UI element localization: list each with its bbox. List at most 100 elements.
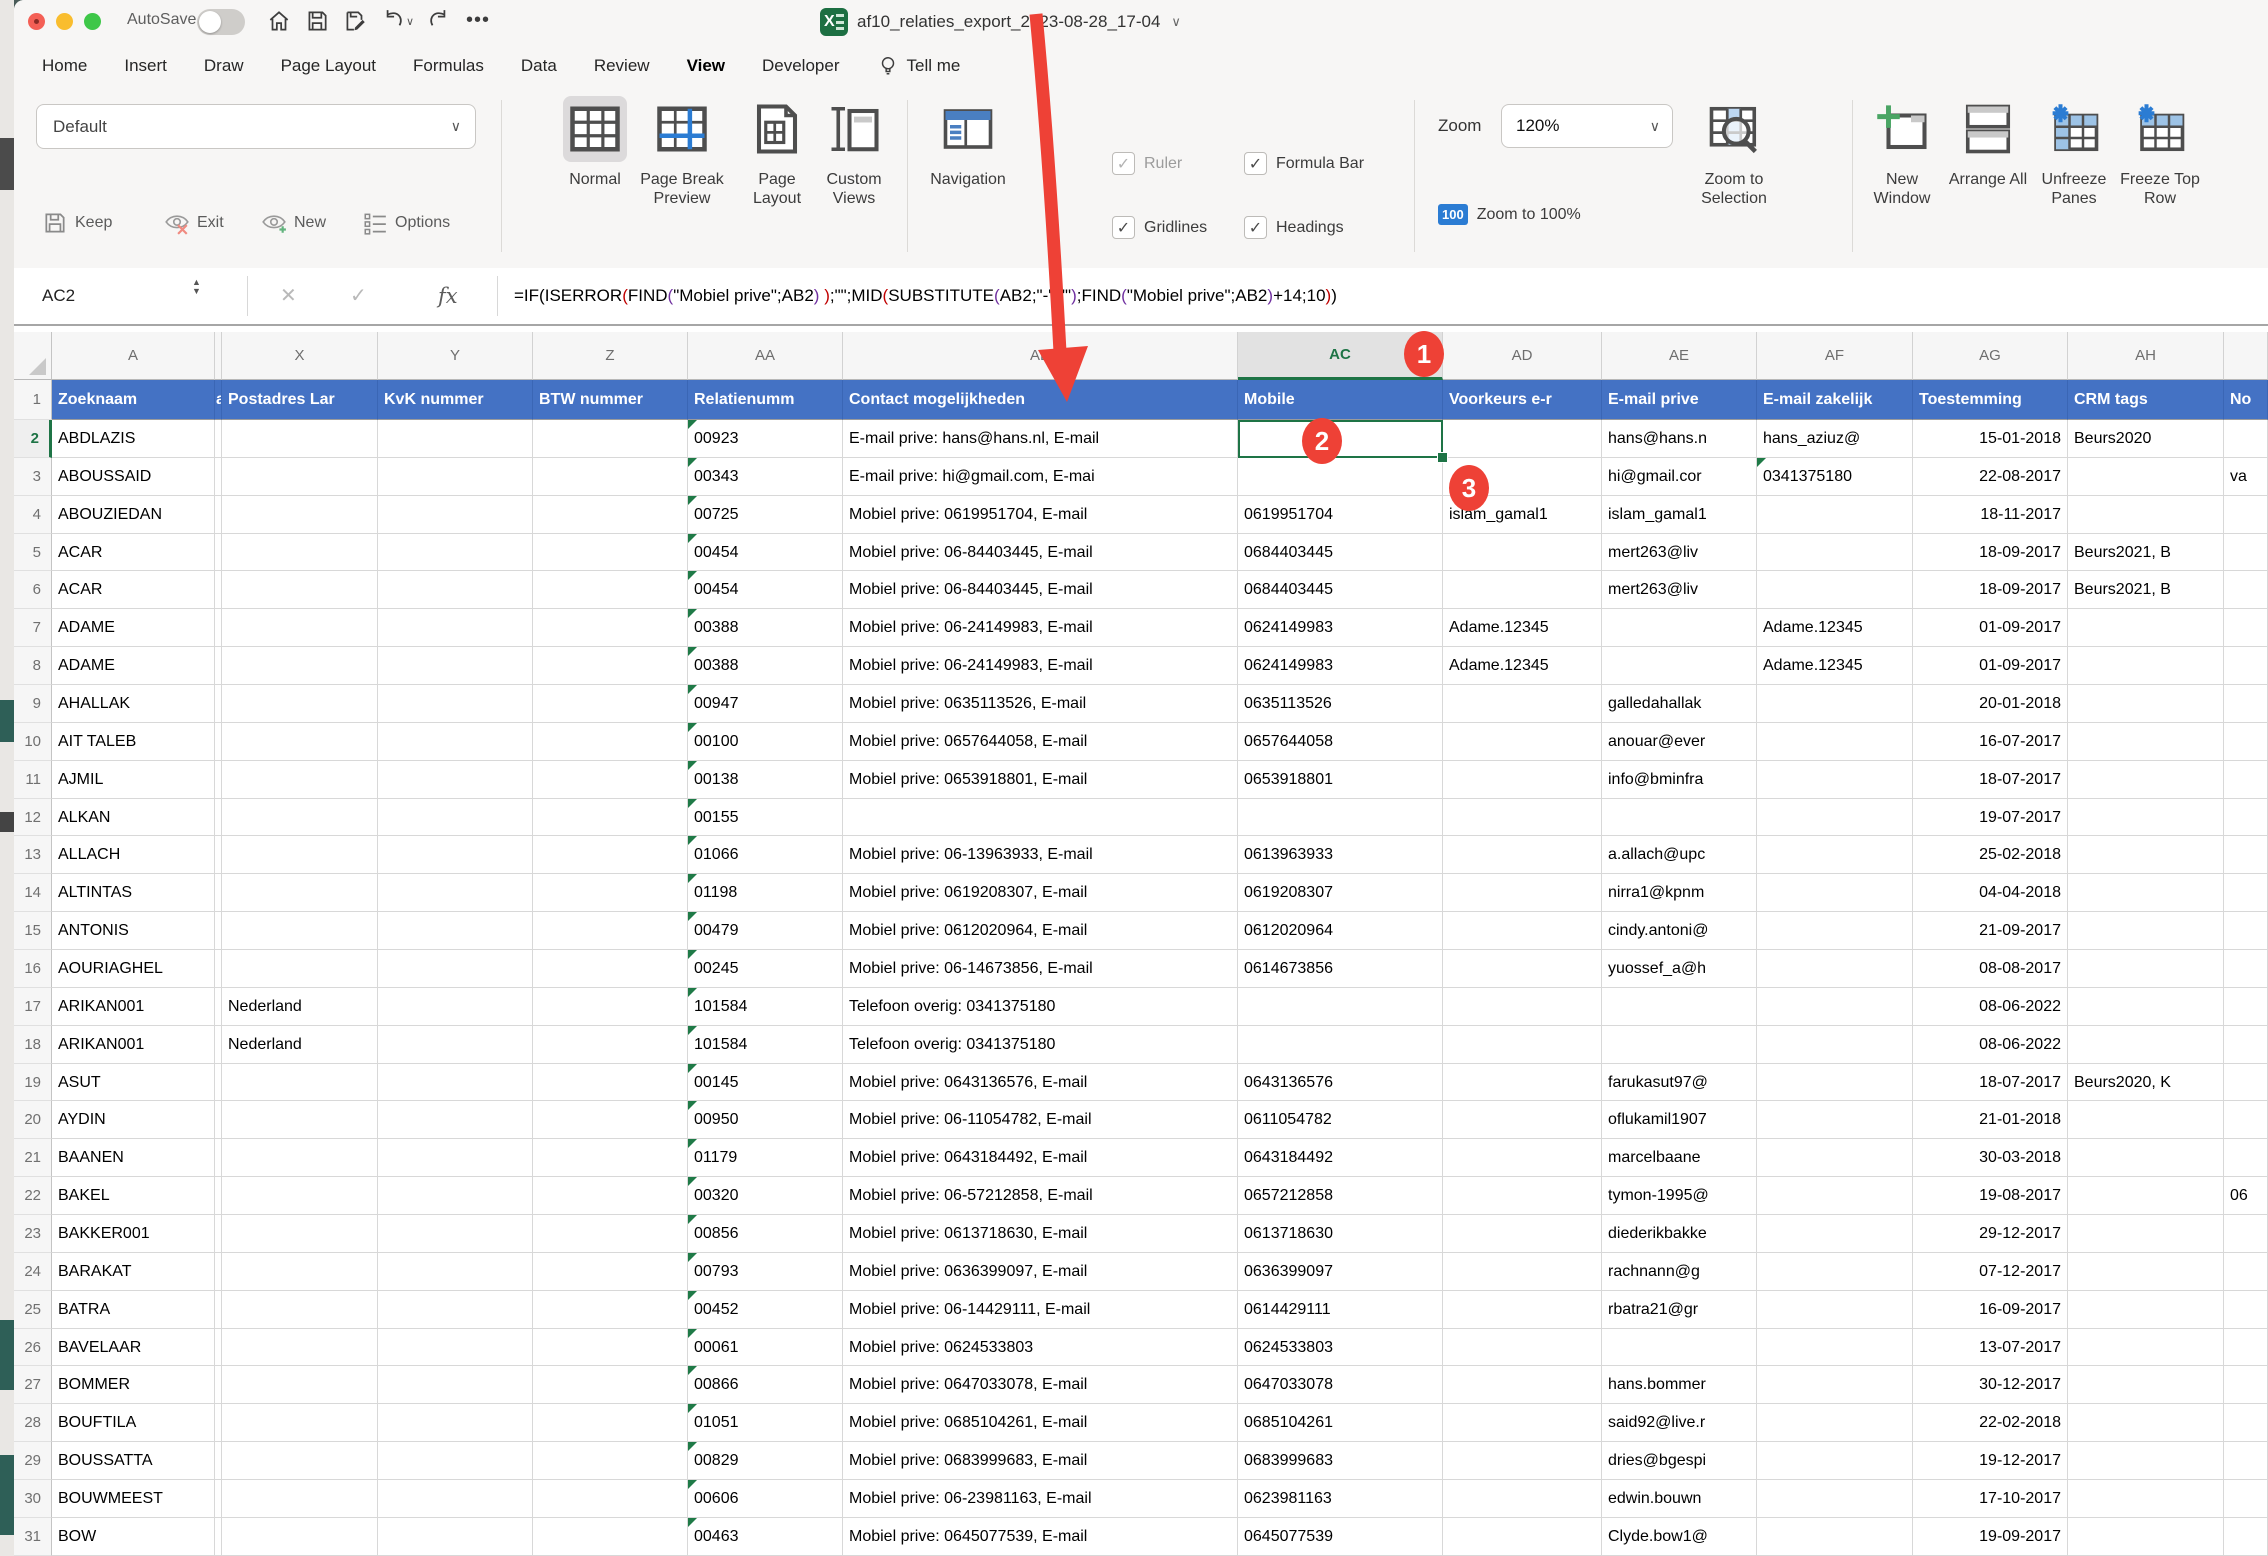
cell-Z14[interactable] — [533, 874, 688, 912]
cell-AI31[interactable] — [2224, 1518, 2268, 1556]
cell-AB23[interactable]: Mobiel prive: 0613718630, E-mail — [843, 1215, 1238, 1253]
cell-AG24[interactable]: 07-12-2017 — [1913, 1253, 2068, 1291]
cell-AB7[interactable]: Mobiel prive: 06-24149983, E-mail — [843, 609, 1238, 647]
cell-AH7[interactable] — [2068, 609, 2224, 647]
cell-AH29[interactable] — [2068, 1442, 2224, 1480]
cell-AE15[interactable]: cindy.antoni@ — [1602, 912, 1757, 950]
row-header-8[interactable]: 8 — [14, 647, 52, 685]
cell-AG27[interactable]: 30-12-2017 — [1913, 1366, 2068, 1404]
cell-AD21[interactable] — [1443, 1139, 1602, 1177]
cell-AA15[interactable]: 00479 — [688, 912, 843, 950]
cell-AH15[interactable] — [2068, 912, 2224, 950]
cell-AD4[interactable]: islam_gamal1 — [1443, 496, 1602, 534]
cell-AE20[interactable]: oflukamil1907 — [1602, 1101, 1757, 1139]
cell-A23[interactable]: BAKKER001 — [52, 1215, 215, 1253]
cell-W27[interactable] — [215, 1366, 222, 1404]
cell-AA29[interactable]: 00829 — [688, 1442, 843, 1480]
cell-AI17[interactable] — [2224, 988, 2268, 1026]
cell-AE29[interactable]: dries@bgespi — [1602, 1442, 1757, 1480]
cell-Y19[interactable] — [378, 1064, 533, 1102]
formula-bar-checkbox[interactable]: ✓Formula Bar — [1244, 152, 1364, 175]
cell-AI14[interactable] — [2224, 874, 2268, 912]
freeze-top-row-button[interactable]: Freeze Top Row — [2118, 96, 2202, 209]
cell-X5[interactable] — [222, 534, 378, 572]
cell-A29[interactable]: BOUSSATTA — [52, 1442, 215, 1480]
cell-AA28[interactable]: 01051 — [688, 1404, 843, 1442]
row-header-12[interactable]: 12 — [14, 799, 52, 837]
row-header-16[interactable]: 16 — [14, 950, 52, 988]
cell-AI20[interactable] — [2224, 1101, 2268, 1139]
cell-AH23[interactable] — [2068, 1215, 2224, 1253]
row-header-18[interactable]: 18 — [14, 1026, 52, 1064]
cell-AG16[interactable]: 08-08-2017 — [1913, 950, 2068, 988]
cell-AH18[interactable] — [2068, 1026, 2224, 1064]
cell-Y7[interactable] — [378, 609, 533, 647]
cell-AI8[interactable] — [2224, 647, 2268, 685]
cell-AB14[interactable]: Mobiel prive: 0619208307, E-mail — [843, 874, 1238, 912]
cell-AA7[interactable]: 00388 — [688, 609, 843, 647]
row-header-9[interactable]: 9 — [14, 685, 52, 723]
page-break-preview-button[interactable]: Page Break Preview — [640, 96, 724, 209]
cell-W17[interactable] — [215, 988, 222, 1026]
cell-AD10[interactable] — [1443, 723, 1602, 761]
cell-A8[interactable]: ADAME — [52, 647, 215, 685]
cell-AE2[interactable]: hans@hans.n — [1602, 420, 1757, 458]
cell-AA27[interactable]: 00866 — [688, 1366, 843, 1404]
cell-AG30[interactable]: 17-10-2017 — [1913, 1480, 2068, 1518]
exit-sheet-view-button[interactable]: Exit — [164, 206, 224, 240]
row-header-19[interactable]: 19 — [14, 1064, 52, 1102]
col-header-AH[interactable]: AH — [2068, 332, 2224, 380]
row-header-31[interactable]: 31 — [14, 1518, 52, 1556]
cell-Z19[interactable] — [533, 1064, 688, 1102]
cell-W12[interactable] — [215, 799, 222, 837]
keep-sheet-view-button[interactable]: Keep — [42, 206, 112, 240]
cell-AG29[interactable]: 19-12-2017 — [1913, 1442, 2068, 1480]
cell-AD12[interactable] — [1443, 799, 1602, 837]
cell-Z11[interactable] — [533, 761, 688, 799]
cell-AD3[interactable] — [1443, 458, 1602, 496]
tab-formulas[interactable]: Formulas — [413, 56, 484, 76]
cell-AE7[interactable] — [1602, 609, 1757, 647]
cell-AE14[interactable]: nirra1@kpnm — [1602, 874, 1757, 912]
cell-AF12[interactable] — [1757, 799, 1913, 837]
cell-AA30[interactable]: 00606 — [688, 1480, 843, 1518]
cell-AF22[interactable] — [1757, 1177, 1913, 1215]
header-cell-ae[interactable]: E-mail prive — [1602, 380, 1757, 420]
title-dropdown-chevron[interactable]: ∨ — [1171, 14, 1181, 30]
row-header-23[interactable]: 23 — [14, 1215, 52, 1253]
cell-AI6[interactable] — [2224, 571, 2268, 609]
cell-Y25[interactable] — [378, 1291, 533, 1329]
cell-AB29[interactable]: Mobiel prive: 0683999683, E-mail — [843, 1442, 1238, 1480]
cell-A5[interactable]: ACAR — [52, 534, 215, 572]
cell-AC20[interactable]: 0611054782 — [1238, 1101, 1443, 1139]
cell-AE17[interactable] — [1602, 988, 1757, 1026]
cell-AH8[interactable] — [2068, 647, 2224, 685]
cell-AF23[interactable] — [1757, 1215, 1913, 1253]
cell-Z26[interactable] — [533, 1329, 688, 1367]
cell-AC24[interactable]: 0636399097 — [1238, 1253, 1443, 1291]
cell-Z28[interactable] — [533, 1404, 688, 1442]
cell-AG22[interactable]: 19-08-2017 — [1913, 1177, 2068, 1215]
cell-Y22[interactable] — [378, 1177, 533, 1215]
cell-AH31[interactable] — [2068, 1518, 2224, 1556]
cell-A30[interactable]: BOUWMEEST — [52, 1480, 215, 1518]
cell-W23[interactable] — [215, 1215, 222, 1253]
header-cell-z[interactable]: BTW nummer — [533, 380, 688, 420]
cell-W3[interactable] — [215, 458, 222, 496]
cell-A15[interactable]: ANTONIS — [52, 912, 215, 950]
cell-AD23[interactable] — [1443, 1215, 1602, 1253]
cell-A13[interactable]: ALLACH — [52, 836, 215, 874]
zoom-dropdown[interactable]: 120% ∨ — [1501, 104, 1673, 148]
cell-AA19[interactable]: 00145 — [688, 1064, 843, 1102]
cell-AB18[interactable]: Telefoon overig: 0341375180 — [843, 1026, 1238, 1064]
row-header-14[interactable]: 14 — [14, 874, 52, 912]
cell-AG20[interactable]: 21-01-2018 — [1913, 1101, 2068, 1139]
cell-Z29[interactable] — [533, 1442, 688, 1480]
cell-AH21[interactable] — [2068, 1139, 2224, 1177]
row-header-6[interactable]: 6 — [14, 571, 52, 609]
cell-X6[interactable] — [222, 571, 378, 609]
zoom-window-button[interactable] — [84, 13, 101, 30]
cell-AG6[interactable]: 18-09-2017 — [1913, 571, 2068, 609]
cell-AA9[interactable]: 00947 — [688, 685, 843, 723]
cell-AE16[interactable]: yuossef_a@h — [1602, 950, 1757, 988]
